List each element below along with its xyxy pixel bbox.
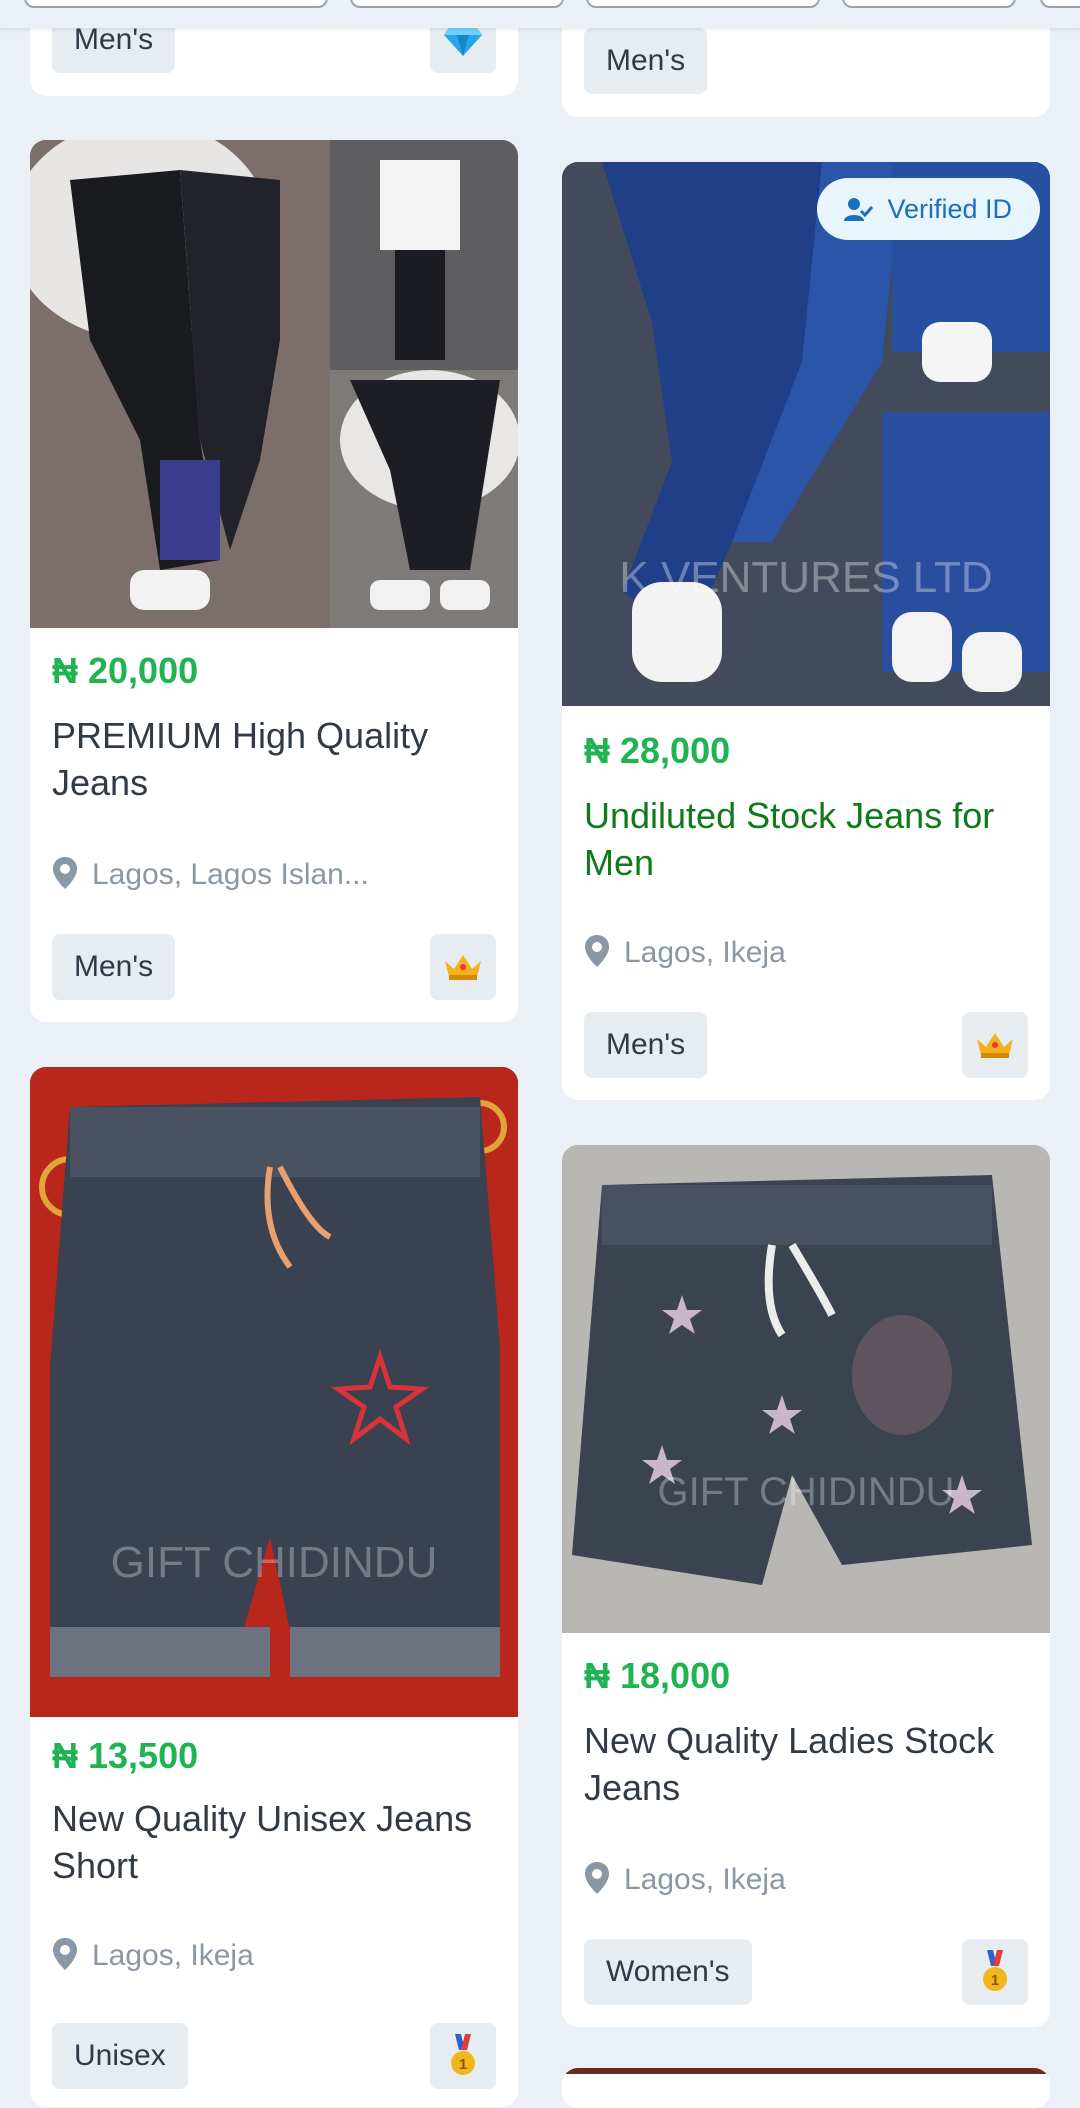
verified-user-icon: [844, 198, 874, 221]
diamond-icon: [444, 25, 482, 56]
verified-label: Verified ID: [887, 193, 1012, 224]
medal-icon: 1: [983, 1950, 1007, 1991]
medal-badge: 1: [430, 2023, 496, 2089]
location-pin-icon: [585, 935, 609, 967]
category-tag: Unisex: [52, 2023, 188, 2089]
filter-bar: [0, 0, 1080, 28]
listing-photo[interactable]: GIFT CHIDINDU: [562, 1145, 1050, 1633]
jeans-photo: [30, 140, 518, 628]
premium-badge: [430, 934, 496, 1000]
listing-title[interactable]: New Quality Unisex Jeans Short: [52, 1795, 496, 1889]
watermark: K.VENTURES LTD: [619, 553, 992, 602]
filter-chip[interactable]: [1040, 0, 1080, 8]
location-text: Lagos, Ikeja: [624, 936, 786, 969]
location-text: Lagos, Lagos Islan...: [92, 858, 369, 891]
premium-badge: [962, 1012, 1028, 1078]
svg-text:1: 1: [991, 1972, 999, 1989]
listing-price: ₦ 13,500: [52, 1735, 199, 1776]
listing-photo[interactable]: GIFT CHIDINDU: [30, 1067, 518, 1717]
listing-price: ₦ 18,000: [584, 1655, 731, 1696]
location-text: Lagos, Ikeja: [92, 1939, 254, 1972]
shorts-photo: GIFT CHIDINDU: [562, 1145, 1050, 1633]
listing-card[interactable]: GIFT CHIDINDU ₦ 18,000 New Quality Ladie…: [562, 1145, 1050, 2027]
filter-chip[interactable]: [842, 0, 1016, 8]
location-pin-icon: [585, 1862, 609, 1894]
jeans-photo: K.VENTURES LTD: [562, 162, 1050, 706]
filter-chip[interactable]: [24, 0, 328, 8]
category-tag: Women's: [584, 1939, 752, 2005]
listing-card[interactable]: GIFT CHIDINDU ₦ 13,500 New Quality Unise…: [30, 1067, 518, 2107]
svg-text:1: 1: [459, 2056, 467, 2073]
listing-price: ₦ 28,000: [584, 730, 731, 771]
watermark: GIFT CHIDINDU: [657, 1470, 954, 1514]
listing-location: Lagos, Lagos Islan...: [52, 856, 496, 892]
filter-chip[interactable]: [586, 0, 820, 8]
category-tag: Men's: [584, 28, 708, 94]
location-pin-icon: [53, 857, 77, 889]
medal-badge: 1: [962, 1939, 1028, 2005]
watermark: GIFT CHIDINDU: [111, 1538, 438, 1587]
category-tag: Men's: [584, 1012, 708, 1078]
listing-card-next[interactable]: [562, 2068, 1050, 2108]
listing-location: Lagos, Ikeja: [52, 1937, 496, 1973]
listing-photo[interactable]: K.VENTURES LTD Verified ID: [562, 162, 1050, 706]
listing-title[interactable]: New Quality Ladies Stock Jeans: [584, 1717, 1028, 1811]
filter-chip[interactable]: [350, 0, 564, 8]
listing-card[interactable]: ₦ 20,000 PREMIUM High Quality Jeans Lago…: [30, 140, 518, 1022]
listing-photo[interactable]: [30, 140, 518, 628]
location-text: Lagos, Ikeja: [624, 1863, 786, 1896]
listing-title[interactable]: Undiluted Stock Jeans for Men: [584, 792, 1028, 886]
listing-location: Lagos, Ikeja: [584, 934, 1028, 970]
crown-icon: [977, 1033, 1013, 1058]
shorts-photo: GIFT CHIDINDU: [30, 1067, 518, 1717]
medal-icon: 1: [451, 2034, 475, 2075]
category-tag: Men's: [52, 934, 176, 1000]
listing-location: Lagos, Ikeja: [584, 1861, 1028, 1897]
location-pin-icon: [53, 1938, 77, 1970]
crown-icon: [445, 955, 481, 980]
listing-card[interactable]: K.VENTURES LTD Verified ID ₦ 28,000 Undi…: [562, 162, 1050, 1100]
listing-price: ₦ 20,000: [52, 650, 199, 691]
verified-id-badge: Verified ID: [817, 178, 1040, 240]
listing-title[interactable]: PREMIUM High Quality Jeans: [52, 712, 496, 806]
